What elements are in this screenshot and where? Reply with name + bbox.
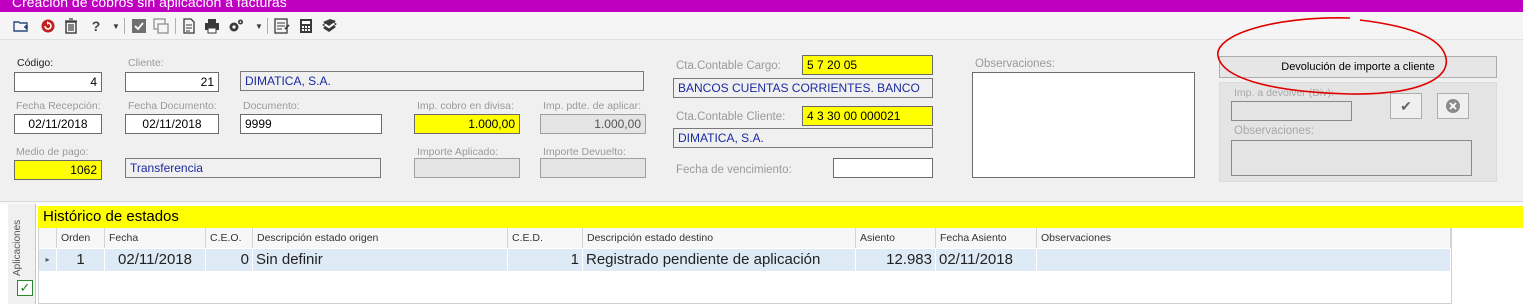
fecha-vencimiento-field[interactable] bbox=[833, 158, 933, 178]
help-icon[interactable]: ? bbox=[87, 17, 105, 35]
historico-grid: Orden Fecha C.E.O. Descripción estado or… bbox=[38, 228, 1452, 304]
devolucion-observaciones-label: Observaciones: bbox=[1234, 125, 1314, 137]
row-indicator-icon: ▸ bbox=[39, 249, 57, 271]
row-header-column bbox=[39, 228, 57, 248]
imp-pdte-aplicar-field: 1.000,00 bbox=[540, 114, 646, 134]
devolucion-observaciones-field bbox=[1231, 140, 1472, 176]
col-fecha[interactable]: Fecha bbox=[105, 228, 206, 248]
cell-descripcion-destino: Registrado pendiente de aplicación bbox=[583, 249, 856, 271]
calculator-icon[interactable] bbox=[297, 17, 315, 35]
fecha-recepcion-field[interactable]: 02/11/2018 bbox=[14, 114, 102, 134]
annotation-circle bbox=[1217, 17, 1448, 95]
section-divider bbox=[0, 201, 1523, 204]
observaciones-label: Observaciones: bbox=[975, 58, 1055, 70]
cliente-label: Cliente: bbox=[128, 57, 164, 69]
imp-devolver-field bbox=[1231, 101, 1352, 121]
documento-label: Documento: bbox=[243, 100, 300, 112]
confirm-icon[interactable] bbox=[130, 17, 148, 35]
imp-pdte-aplicar-label: Imp. pdte. de aplicar: bbox=[543, 100, 642, 112]
list-icon[interactable] bbox=[273, 17, 291, 35]
cliente-name-field: DIMATICA, S.A. bbox=[240, 71, 644, 91]
fecha-documento-label: Fecha Documento: bbox=[128, 100, 217, 112]
col-asiento[interactable]: Asiento bbox=[856, 228, 936, 248]
cta-cliente-label: Cta.Contable Cliente: bbox=[676, 111, 786, 123]
cta-cargo-field[interactable]: 5 7 20 05 bbox=[802, 55, 933, 75]
fecha-vencimiento-label: Fecha de vencimiento: bbox=[676, 164, 792, 176]
toolbar-separator bbox=[175, 18, 176, 34]
refresh-icon[interactable] bbox=[39, 17, 57, 35]
imp-cobro-divisa-label: Imp. cobro en divisa: bbox=[417, 100, 514, 112]
medio-pago-name-field: Transferencia bbox=[125, 158, 381, 178]
cell-fecha-asiento: 02/11/2018 bbox=[936, 249, 1037, 271]
form-panel: Código: 4 Cliente: 21 DIMATICA, S.A. Fec… bbox=[0, 17, 1523, 201]
cta-cargo-label: Cta.Contable Cargo: bbox=[676, 60, 781, 72]
cliente-code-field[interactable]: 21 bbox=[125, 72, 219, 92]
check-icon: ✔ bbox=[1400, 98, 1412, 114]
historico-header: Histórico de estados bbox=[38, 206, 1523, 228]
aplicaciones-side-tab[interactable]: Aplicaciones ✓ bbox=[8, 204, 36, 304]
fecha-recepcion-label: Fecha Recepción: bbox=[16, 100, 101, 112]
col-orden[interactable]: Orden bbox=[57, 228, 105, 248]
cell-ced: 1 bbox=[508, 249, 583, 271]
copy-window-icon[interactable] bbox=[152, 17, 170, 35]
cell-orden: 1 bbox=[57, 249, 105, 271]
fecha-documento-field[interactable]: 02/11/2018 bbox=[125, 114, 219, 134]
codigo-label: Código: bbox=[17, 57, 54, 69]
col-ceo[interactable]: C.E.O. bbox=[206, 228, 253, 248]
check-icon[interactable]: ✓ bbox=[17, 280, 33, 296]
new-folder-icon[interactable] bbox=[12, 17, 30, 35]
col-descripcion-origen[interactable]: Descripción estado origen bbox=[253, 228, 508, 248]
document-icon[interactable] bbox=[180, 17, 198, 35]
col-descripcion-destino[interactable]: Descripción estado destino bbox=[583, 228, 856, 248]
dropdown-icon[interactable]: ▼ bbox=[250, 17, 268, 35]
importe-devuelto-label: Importe Devuelto: bbox=[543, 146, 626, 158]
cell-descripcion-origen: Sin definir bbox=[253, 249, 508, 271]
observaciones-textarea[interactable] bbox=[972, 72, 1195, 178]
close-icon bbox=[1446, 99, 1460, 113]
toolbar-separator bbox=[267, 18, 268, 34]
window-title-bar: Creación de cobros sin aplicación a fact… bbox=[0, 0, 1523, 12]
col-observaciones[interactable]: Observaciones bbox=[1037, 228, 1451, 248]
imp-cobro-divisa-field[interactable]: 1.000,00 bbox=[414, 114, 520, 134]
cta-cliente-field[interactable]: 4 3 30 00 000021 bbox=[802, 106, 933, 126]
cell-asiento: 12.983 bbox=[856, 249, 936, 271]
cell-observaciones bbox=[1037, 249, 1451, 271]
col-ced[interactable]: C.E.D. bbox=[508, 228, 583, 248]
cell-fecha: 02/11/2018 bbox=[105, 249, 206, 271]
importe-aplicado-field bbox=[414, 158, 520, 178]
medio-pago-code-field[interactable]: 1062 bbox=[14, 160, 102, 180]
window-title: Creación de cobros sin aplicación a fact… bbox=[12, 0, 287, 10]
documento-field[interactable]: 9999 bbox=[240, 114, 382, 134]
delete-icon[interactable] bbox=[62, 17, 80, 35]
cta-cliente-name-field: DIMATICA, S.A. bbox=[673, 128, 933, 148]
aplicaciones-tab-label: Aplicaciones bbox=[12, 219, 23, 276]
settings-icon[interactable] bbox=[227, 17, 245, 35]
codigo-field[interactable]: 4 bbox=[14, 72, 102, 92]
importe-aplicado-label: Importe Aplicado: bbox=[417, 146, 499, 158]
medio-pago-label: Medio de pago: bbox=[16, 146, 89, 158]
col-fecha-asiento[interactable]: Fecha Asiento bbox=[936, 228, 1037, 248]
importe-devuelto-field bbox=[540, 158, 646, 178]
dropdown-icon[interactable]: ▼ bbox=[107, 17, 125, 35]
historico-title: Histórico de estados bbox=[43, 208, 179, 225]
toolbar-separator bbox=[124, 18, 125, 34]
cta-cargo-name-field: BANCOS CUENTAS CORRIENTES. BANCO bbox=[673, 78, 933, 98]
print-icon[interactable] bbox=[203, 17, 221, 35]
cell-ceo: 0 bbox=[206, 249, 253, 271]
database-icon[interactable] bbox=[320, 17, 338, 35]
